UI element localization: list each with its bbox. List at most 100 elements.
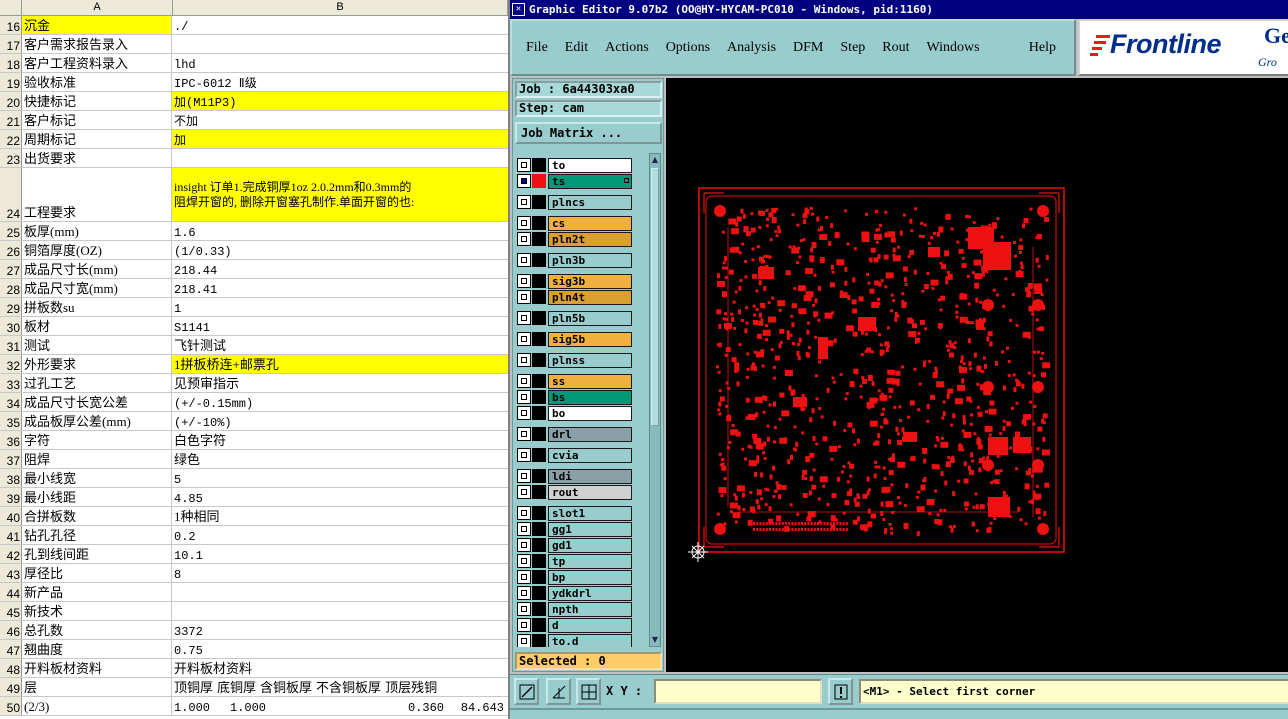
cell-a[interactable]: 孔到线间距 xyxy=(22,545,172,563)
layer-checkbox[interactable] xyxy=(517,253,531,267)
layer-name[interactable]: ts xyxy=(548,173,632,189)
layer-name[interactable]: ydkdrl xyxy=(548,585,632,601)
layer-checkbox[interactable] xyxy=(517,353,531,367)
layer-name[interactable]: bp xyxy=(548,569,632,585)
row-number[interactable]: 42 xyxy=(0,545,22,563)
layer-color-swatch[interactable] xyxy=(532,290,546,304)
layer-row-to[interactable]: to xyxy=(515,157,637,173)
cell-b[interactable]: 3372 xyxy=(172,621,508,639)
cell-a[interactable]: 工程要求 xyxy=(22,168,172,221)
layer-checkbox[interactable] xyxy=(517,448,531,462)
row-number[interactable]: 21 xyxy=(0,111,22,129)
cell-b[interactable]: 1拼板桥连+邮票孔 xyxy=(172,355,508,373)
cell-b[interactable]: 10.1 xyxy=(172,545,508,563)
cell-b[interactable]: IPC-6012 Ⅱ级 xyxy=(172,73,508,91)
cell-a[interactable]: 成品尺寸宽(mm) xyxy=(22,279,172,297)
cell-b[interactable]: (1/0.33) xyxy=(172,241,508,259)
layer-checkbox[interactable] xyxy=(517,570,531,584)
cell-b[interactable]: 0.2 xyxy=(172,526,508,544)
row-number[interactable]: 50 xyxy=(0,697,22,715)
row-number[interactable]: 41 xyxy=(0,526,22,544)
cell-b[interactable] xyxy=(172,602,508,620)
layer-row-drl[interactable]: drl xyxy=(515,426,637,442)
layer-color-swatch[interactable] xyxy=(532,522,546,536)
layer-checkbox[interactable] xyxy=(517,174,531,188)
layer-row-bp[interactable]: bp xyxy=(515,569,637,585)
layer-checkbox[interactable] xyxy=(517,406,531,420)
row-number[interactable]: 46 xyxy=(0,621,22,639)
cell-b[interactable]: 加 xyxy=(172,130,508,148)
layer-color-swatch[interactable] xyxy=(532,506,546,520)
layer-checkbox[interactable] xyxy=(517,618,531,632)
cell-a[interactable]: 钻孔孔径 xyxy=(22,526,172,544)
row-number[interactable]: 20 xyxy=(0,92,22,110)
menu-step[interactable]: Step xyxy=(840,40,865,56)
layer-color-swatch[interactable] xyxy=(532,332,546,346)
measure-button[interactable] xyxy=(546,678,571,705)
job-matrix-button[interactable]: Job Matrix ... xyxy=(515,122,662,144)
cell-b[interactable]: 1 xyxy=(172,298,508,316)
row-number[interactable]: 16 xyxy=(0,16,22,34)
layer-row-to.d[interactable]: to.d xyxy=(515,633,637,647)
menu-options[interactable]: Options xyxy=(666,40,710,56)
layer-row-pln5b[interactable]: pln5b xyxy=(515,310,637,326)
cell-a[interactable]: 新技术 xyxy=(22,602,172,620)
layer-checkbox[interactable] xyxy=(517,274,531,288)
cell-a[interactable]: 总孔数 xyxy=(22,621,172,639)
layer-row-sig3b[interactable]: sig3b xyxy=(515,273,637,289)
layer-row-ts[interactable]: ts xyxy=(515,173,637,189)
grid-button[interactable] xyxy=(576,678,601,705)
cell-b[interactable]: 加(M11P3) xyxy=(172,92,508,110)
cell-b[interactable]: insight 订单1.完成铜厚1oz 2.0.2mm和0.3mm的 阻焊开窗的,… xyxy=(172,168,508,221)
cell-b[interactable]: 飞针测试 xyxy=(172,336,508,354)
close-icon[interactable]: ✕ xyxy=(512,3,525,16)
layer-checkbox[interactable] xyxy=(517,195,531,209)
layer-row-gg1[interactable]: gg1 xyxy=(515,521,637,537)
layer-name[interactable]: d xyxy=(548,617,632,633)
layer-color-swatch[interactable] xyxy=(532,406,546,420)
sheet-corner[interactable] xyxy=(0,0,22,16)
cell-a[interactable]: 铜箔厚度(OZ) xyxy=(22,241,172,259)
row-number[interactable]: 26 xyxy=(0,241,22,259)
cell-b[interactable]: 218.44 xyxy=(172,260,508,278)
layer-color-swatch[interactable] xyxy=(532,158,546,172)
layer-checkbox[interactable] xyxy=(517,332,531,346)
layer-color-swatch[interactable] xyxy=(532,353,546,367)
cell-a[interactable]: 厚径比 xyxy=(22,564,172,582)
cell-a[interactable]: 验收标准 xyxy=(22,73,172,91)
cell-b[interactable] xyxy=(172,149,508,167)
menu-actions[interactable]: Actions xyxy=(605,40,649,56)
layer-row-plncs[interactable]: plncs xyxy=(515,194,637,210)
layer-color-swatch[interactable] xyxy=(532,602,546,616)
graphics-canvas[interactable] xyxy=(666,78,1288,672)
row-number[interactable]: 23 xyxy=(0,149,22,167)
cell-a[interactable]: 成品尺寸长宽公差 xyxy=(22,393,172,411)
layer-checkbox[interactable] xyxy=(517,586,531,600)
cell-a[interactable]: 测试 xyxy=(22,336,172,354)
scrollbar-thumb[interactable] xyxy=(651,168,659,426)
layer-checkbox[interactable] xyxy=(517,216,531,230)
layer-name[interactable]: sig3b xyxy=(548,273,632,289)
cell-a[interactable]: (2/3) xyxy=(22,697,172,715)
row-number[interactable]: 19 xyxy=(0,73,22,91)
layer-color-swatch[interactable] xyxy=(532,374,546,388)
layer-color-swatch[interactable] xyxy=(532,485,546,499)
layer-color-swatch[interactable] xyxy=(532,469,546,483)
menu-dfm[interactable]: DFM xyxy=(793,40,823,56)
row-number[interactable]: 17 xyxy=(0,35,22,53)
row-number[interactable]: 37 xyxy=(0,450,22,468)
layer-checkbox[interactable] xyxy=(517,485,531,499)
row-number[interactable]: 22 xyxy=(0,130,22,148)
layer-color-swatch[interactable] xyxy=(532,174,546,188)
layer-name[interactable]: bo xyxy=(548,405,632,421)
layer-name[interactable]: to.d xyxy=(548,633,632,647)
layer-row-sig5b[interactable]: sig5b xyxy=(515,331,637,347)
layer-color-swatch[interactable] xyxy=(532,586,546,600)
cell-b[interactable]: (+/-10%) xyxy=(172,412,508,430)
layer-color-swatch[interactable] xyxy=(532,427,546,441)
row-number[interactable]: 28 xyxy=(0,279,22,297)
row-number[interactable]: 44 xyxy=(0,583,22,601)
cell-b[interactable]: ./ xyxy=(172,16,508,34)
layer-name[interactable]: gg1 xyxy=(548,521,632,537)
layer-row-pln3b[interactable]: pln3b xyxy=(515,252,637,268)
